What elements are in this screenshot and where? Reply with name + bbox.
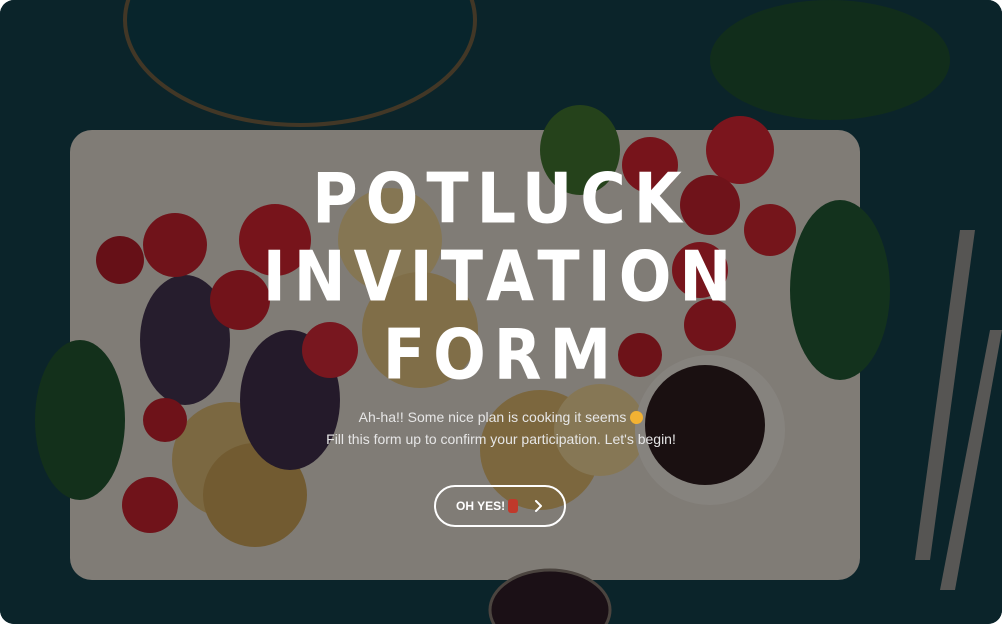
chevron-right-icon — [535, 500, 542, 512]
oh-yes-button-label: OH YES! — [456, 499, 506, 513]
page-frame: POTLUCK INVITATION FORM Ah-ha!! Some nic… — [0, 0, 1002, 624]
hero-subtitle-line-2: Fill this form up to confirm your partic… — [326, 431, 676, 447]
hero-title-line-2: INVITATION — [262, 235, 740, 318]
hero-subtitle-line-1: Ah-ha!! Some nice plan is cooking it see… — [0, 407, 1002, 427]
oh-yes-button[interactable]: OH YES! — [434, 485, 566, 527]
hero-title-line-3: FORM — [382, 313, 620, 396]
dancer-emoji-icon — [508, 499, 519, 513]
hero-section: POTLUCK INVITATION FORM Ah-ha!! Some nic… — [0, 0, 1002, 624]
smiling-face-emoji-icon — [630, 411, 644, 424]
hero-subtitle-text-1: Ah-ha!! Some nice plan is cooking it see… — [358, 409, 627, 425]
hero-title-line-1: POTLUCK — [312, 157, 690, 240]
